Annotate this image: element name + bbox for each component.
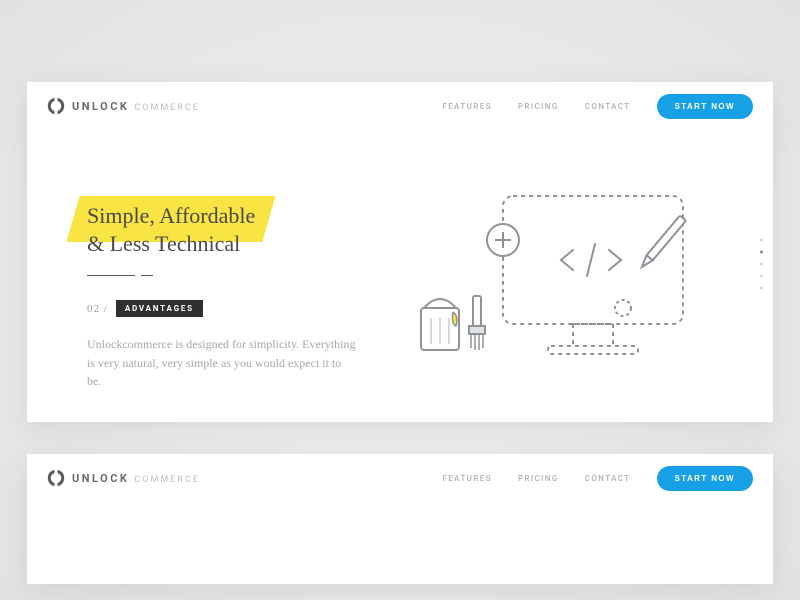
headline-line1: Simple, Affordable bbox=[87, 203, 255, 228]
slide-number: 02 / bbox=[87, 303, 108, 315]
slide-label: 02 / ADVANTAGES bbox=[87, 300, 383, 317]
illustration bbox=[413, 178, 713, 398]
top-nav-peek: UNLOCK COMMERCE FEATURES PRICING CONTACT… bbox=[27, 454, 773, 502]
nav-features[interactable]: FEATURES bbox=[442, 474, 491, 483]
start-now-button[interactable]: START NOW bbox=[657, 466, 753, 491]
headline: Simple, Affordable & Less Technical bbox=[87, 202, 383, 257]
top-nav: UNLOCK COMMERCE FEATURES PRICING CONTACT… bbox=[27, 82, 773, 130]
start-now-button[interactable]: START NOW bbox=[657, 94, 753, 119]
nav-pricing[interactable]: PRICING bbox=[518, 102, 559, 111]
hero-card: UNLOCK COMMERCE FEATURES PRICING CONTACT… bbox=[27, 82, 773, 422]
nav-contact[interactable]: CONTACT bbox=[585, 474, 631, 483]
page-dot-3[interactable] bbox=[760, 263, 763, 266]
slide-tag: ADVANTAGES bbox=[116, 300, 203, 317]
brand-sub: COMMERCE bbox=[134, 475, 199, 485]
page-dot-2[interactable] bbox=[760, 251, 763, 254]
logo-icon bbox=[47, 469, 65, 487]
body-copy: Unlockcommerce is designed for simplicit… bbox=[87, 335, 357, 391]
brand-name: UNLOCK bbox=[72, 472, 129, 485]
page-dot-1[interactable] bbox=[760, 239, 763, 242]
nav-features[interactable]: FEATURES bbox=[442, 102, 491, 111]
brand-peek[interactable]: UNLOCK COMMERCE bbox=[47, 469, 200, 487]
nav-pricing[interactable]: PRICING bbox=[518, 474, 559, 483]
headline-line2: & Less Technical bbox=[87, 231, 240, 256]
divider bbox=[87, 275, 383, 276]
nav-contact[interactable]: CONTACT bbox=[585, 102, 631, 111]
next-card-peek: UNLOCK COMMERCE FEATURES PRICING CONTACT… bbox=[27, 454, 773, 584]
page-dots bbox=[760, 239, 763, 290]
page-dot-4[interactable] bbox=[760, 275, 763, 278]
logo-icon bbox=[47, 97, 65, 115]
brand[interactable]: UNLOCK COMMERCE bbox=[47, 97, 200, 115]
hero-section: Simple, Affordable & Less Technical 02 /… bbox=[27, 130, 773, 398]
page-dot-5[interactable] bbox=[760, 287, 763, 290]
brand-sub: COMMERCE bbox=[134, 103, 199, 113]
brand-name: UNLOCK bbox=[72, 100, 129, 113]
